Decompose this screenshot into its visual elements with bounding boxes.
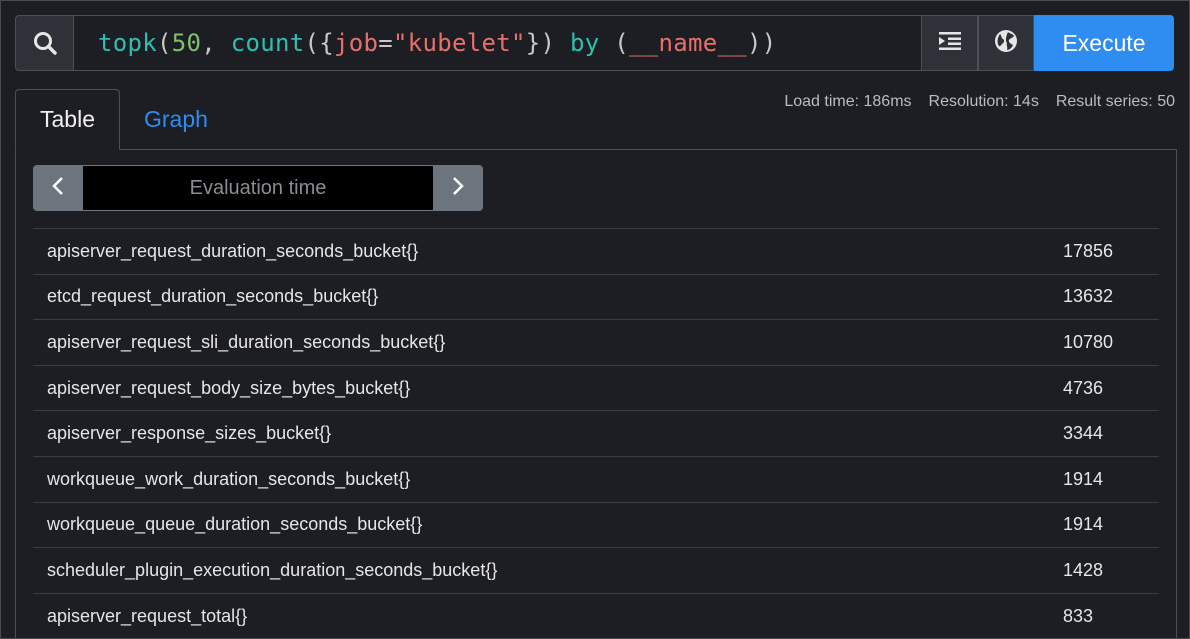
next-time-button[interactable] xyxy=(433,165,483,211)
globe-icon xyxy=(993,28,1019,59)
table-row: apiserver_request_duration_seconds_bucke… xyxy=(33,228,1159,274)
evaluation-time-input[interactable]: Evaluation time xyxy=(83,165,433,211)
previous-time-button[interactable] xyxy=(33,165,83,211)
resolution: Resolution: 14s xyxy=(928,93,1039,110)
metric-value: 17856 xyxy=(1063,240,1114,261)
metric-value: 13632 xyxy=(1063,286,1114,307)
query-input[interactable]: topk(50, count({job = "kubelet"}) by (__na… xyxy=(73,15,922,71)
metric-name: etcd_request_duration_seconds_bucket{} xyxy=(47,286,379,307)
metric-name: workqueue_work_duration_seconds_bucket{} xyxy=(47,468,411,489)
app-window: topk(50, count({job = "kubelet"}) by (__na… xyxy=(0,0,1190,639)
metric-value: 1914 xyxy=(1063,514,1104,535)
query-token: __name__ xyxy=(629,29,747,57)
metric-name: apiserver_request_duration_seconds_bucke… xyxy=(47,240,419,261)
result-series: Result series: 50 xyxy=(1055,93,1175,110)
table-panel: Evaluation time apiserver_request_durati… xyxy=(15,149,1177,638)
load-time: Load time: 186ms xyxy=(784,93,912,110)
table-row: apiserver_request_body_size_bytes_bucket… xyxy=(33,364,1159,411)
table-row: etcd_request_duration_seconds_bucket{} 13… xyxy=(33,273,1159,320)
metric-value: 1428 xyxy=(1063,559,1104,580)
view-tabs: Table Graph xyxy=(15,89,232,150)
query-token: by xyxy=(555,29,615,57)
evaluation-time-picker: Evaluation time xyxy=(33,165,483,211)
search-icon[interactable] xyxy=(15,15,73,71)
metric-value: 1914 xyxy=(1063,468,1104,489)
query-token: , xyxy=(201,29,231,57)
query-token: count xyxy=(230,29,305,57)
table-row: apiserver_request_sli_duration_seconds_b… xyxy=(33,319,1159,365)
execute-button[interactable]: Execute xyxy=(1034,15,1174,71)
metric-value: 3344 xyxy=(1063,423,1104,444)
metric-value: 833 xyxy=(1063,605,1094,626)
results-table: apiserver_request_duration_seconds_bucke… xyxy=(33,228,1159,638)
metric-name: apiserver_request_total{} xyxy=(47,605,248,626)
table-row: apiserver_response_sizes_bucket{} 3344 xyxy=(33,410,1159,456)
query-token: = xyxy=(378,29,393,57)
table-row: apiserver_request_total{} 833 xyxy=(33,592,1159,638)
metric-value: 10780 xyxy=(1063,331,1114,352)
query-token: }) xyxy=(525,29,556,57)
metric-name: apiserver_response_sizes_bucket{} xyxy=(47,423,332,444)
query-token: ( xyxy=(157,29,172,57)
query-token: ({ xyxy=(304,29,334,57)
query-token: 50 xyxy=(171,29,202,57)
table-row: workqueue_queue_duration_seconds_bucket{… xyxy=(33,501,1159,548)
metrics-explorer-button[interactable] xyxy=(978,15,1034,71)
chevron-right-icon xyxy=(451,176,465,201)
query-token: job xyxy=(334,29,379,57)
metric-name: scheduler_plugin_execution_duration_seco… xyxy=(47,559,498,580)
metric-name: workqueue_queue_duration_seconds_bucket{… xyxy=(47,514,423,535)
query-token: "kubelet" xyxy=(393,29,526,57)
chevron-left-icon xyxy=(51,176,65,201)
metric-name: apiserver_request_body_size_bytes_bucket… xyxy=(47,377,411,398)
query-token: ( xyxy=(614,29,629,57)
tab-table[interactable]: Table xyxy=(15,89,120,150)
indent-icon xyxy=(938,30,962,57)
table-row: workqueue_work_duration_seconds_bucket{}… xyxy=(33,455,1159,502)
query-token: )) xyxy=(747,29,777,57)
query-bar: topk(50, count({job = "kubelet"}) by (__na… xyxy=(15,15,1177,71)
tab-graph[interactable]: Graph xyxy=(120,89,232,149)
metric-value: 4736 xyxy=(1063,377,1104,398)
query-token: topk xyxy=(98,29,157,57)
format-query-button[interactable] xyxy=(922,15,978,71)
query-stats: Load time: 186ms Resolution: 14s Result … xyxy=(784,93,1175,111)
metric-name: apiserver_request_sli_duration_seconds_b… xyxy=(47,331,446,352)
table-row: scheduler_plugin_execution_duration_seco… xyxy=(33,547,1159,593)
